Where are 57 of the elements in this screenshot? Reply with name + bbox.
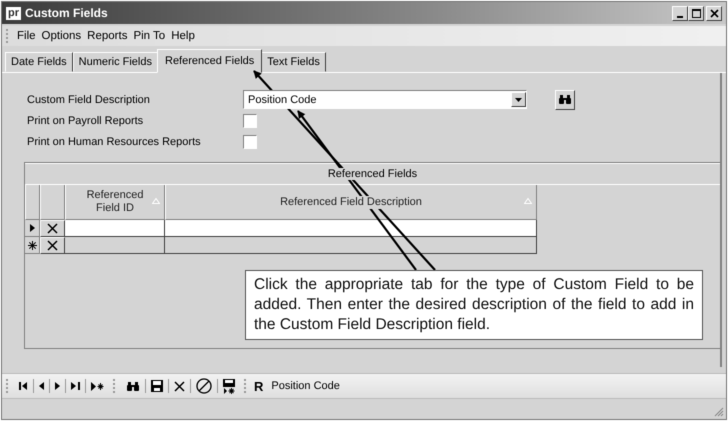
callout-note: Click the appropriate tab for the type of Custom Field to be added. Then enter the desired description of the field to add in the Custom Field Description field. xyxy=(245,270,703,340)
table-cell[interactable] xyxy=(165,220,537,237)
window-title: Custom Fields xyxy=(25,6,109,20)
new-record-icon xyxy=(91,382,104,390)
grip-icon xyxy=(6,29,10,43)
table-cell[interactable] xyxy=(165,237,537,254)
dropdown-icon[interactable] xyxy=(511,92,526,107)
previous-icon xyxy=(39,382,44,390)
field-label: Print on Payroll Reports xyxy=(27,114,144,126)
minimize-icon xyxy=(677,16,683,18)
record-icon: R xyxy=(252,378,268,394)
field-label: Custom Field Description xyxy=(27,94,151,106)
grip-icon xyxy=(113,379,117,393)
current-row-icon xyxy=(30,224,34,232)
menu-item[interactable]: File xyxy=(14,30,39,42)
new-row-icon xyxy=(28,240,36,250)
delete-icon xyxy=(47,240,58,251)
sort-icon xyxy=(524,198,532,204)
tab[interactable]: Date Fields xyxy=(5,52,73,72)
tab[interactable]: Text Fields xyxy=(261,52,326,72)
tab[interactable]: Referenced Fields xyxy=(157,49,262,73)
resize-grip-icon xyxy=(714,407,724,417)
close-button[interactable] xyxy=(706,6,722,20)
menu-item[interactable]: Options xyxy=(38,30,84,42)
checkbox[interactable] xyxy=(243,134,257,148)
delete-icon xyxy=(47,223,58,234)
binoculars-icon xyxy=(126,380,140,392)
delete-row-button[interactable] xyxy=(40,220,65,237)
table-cell[interactable] xyxy=(65,220,165,237)
search-button[interactable] xyxy=(555,90,575,110)
menu-item[interactable]: Pin To xyxy=(130,30,168,42)
app-badge: pr xyxy=(6,6,21,20)
minimize-button[interactable] xyxy=(672,6,688,20)
first-icon xyxy=(19,382,28,390)
sort-icon xyxy=(152,198,160,204)
delete-icon xyxy=(174,380,185,392)
checkbox[interactable] xyxy=(243,114,257,128)
next-icon xyxy=(55,382,60,390)
maximize-button[interactable] xyxy=(688,6,704,20)
save-new-icon xyxy=(223,378,235,394)
description-combo[interactable]: Position Code xyxy=(243,90,527,109)
menu-item[interactable]: Help xyxy=(168,30,198,42)
maximize-icon xyxy=(692,8,700,18)
grip-icon xyxy=(244,379,248,393)
binoculars-icon xyxy=(558,94,572,105)
grid-title: Referenced Fields xyxy=(326,168,420,180)
menu-item[interactable]: Reports xyxy=(84,30,130,42)
close-icon xyxy=(710,8,718,18)
field-label: Print on Human Resources Reports xyxy=(27,136,202,148)
column-header[interactable]: Referenced Field ID xyxy=(65,185,165,220)
tab[interactable]: Numeric Fields xyxy=(72,52,158,72)
cancel-icon xyxy=(196,378,212,394)
delete-row-button[interactable] xyxy=(40,237,65,254)
last-icon xyxy=(71,382,80,390)
table-cell[interactable] xyxy=(65,237,165,254)
record-label: Position Code xyxy=(270,380,340,392)
grip-icon xyxy=(6,379,10,393)
